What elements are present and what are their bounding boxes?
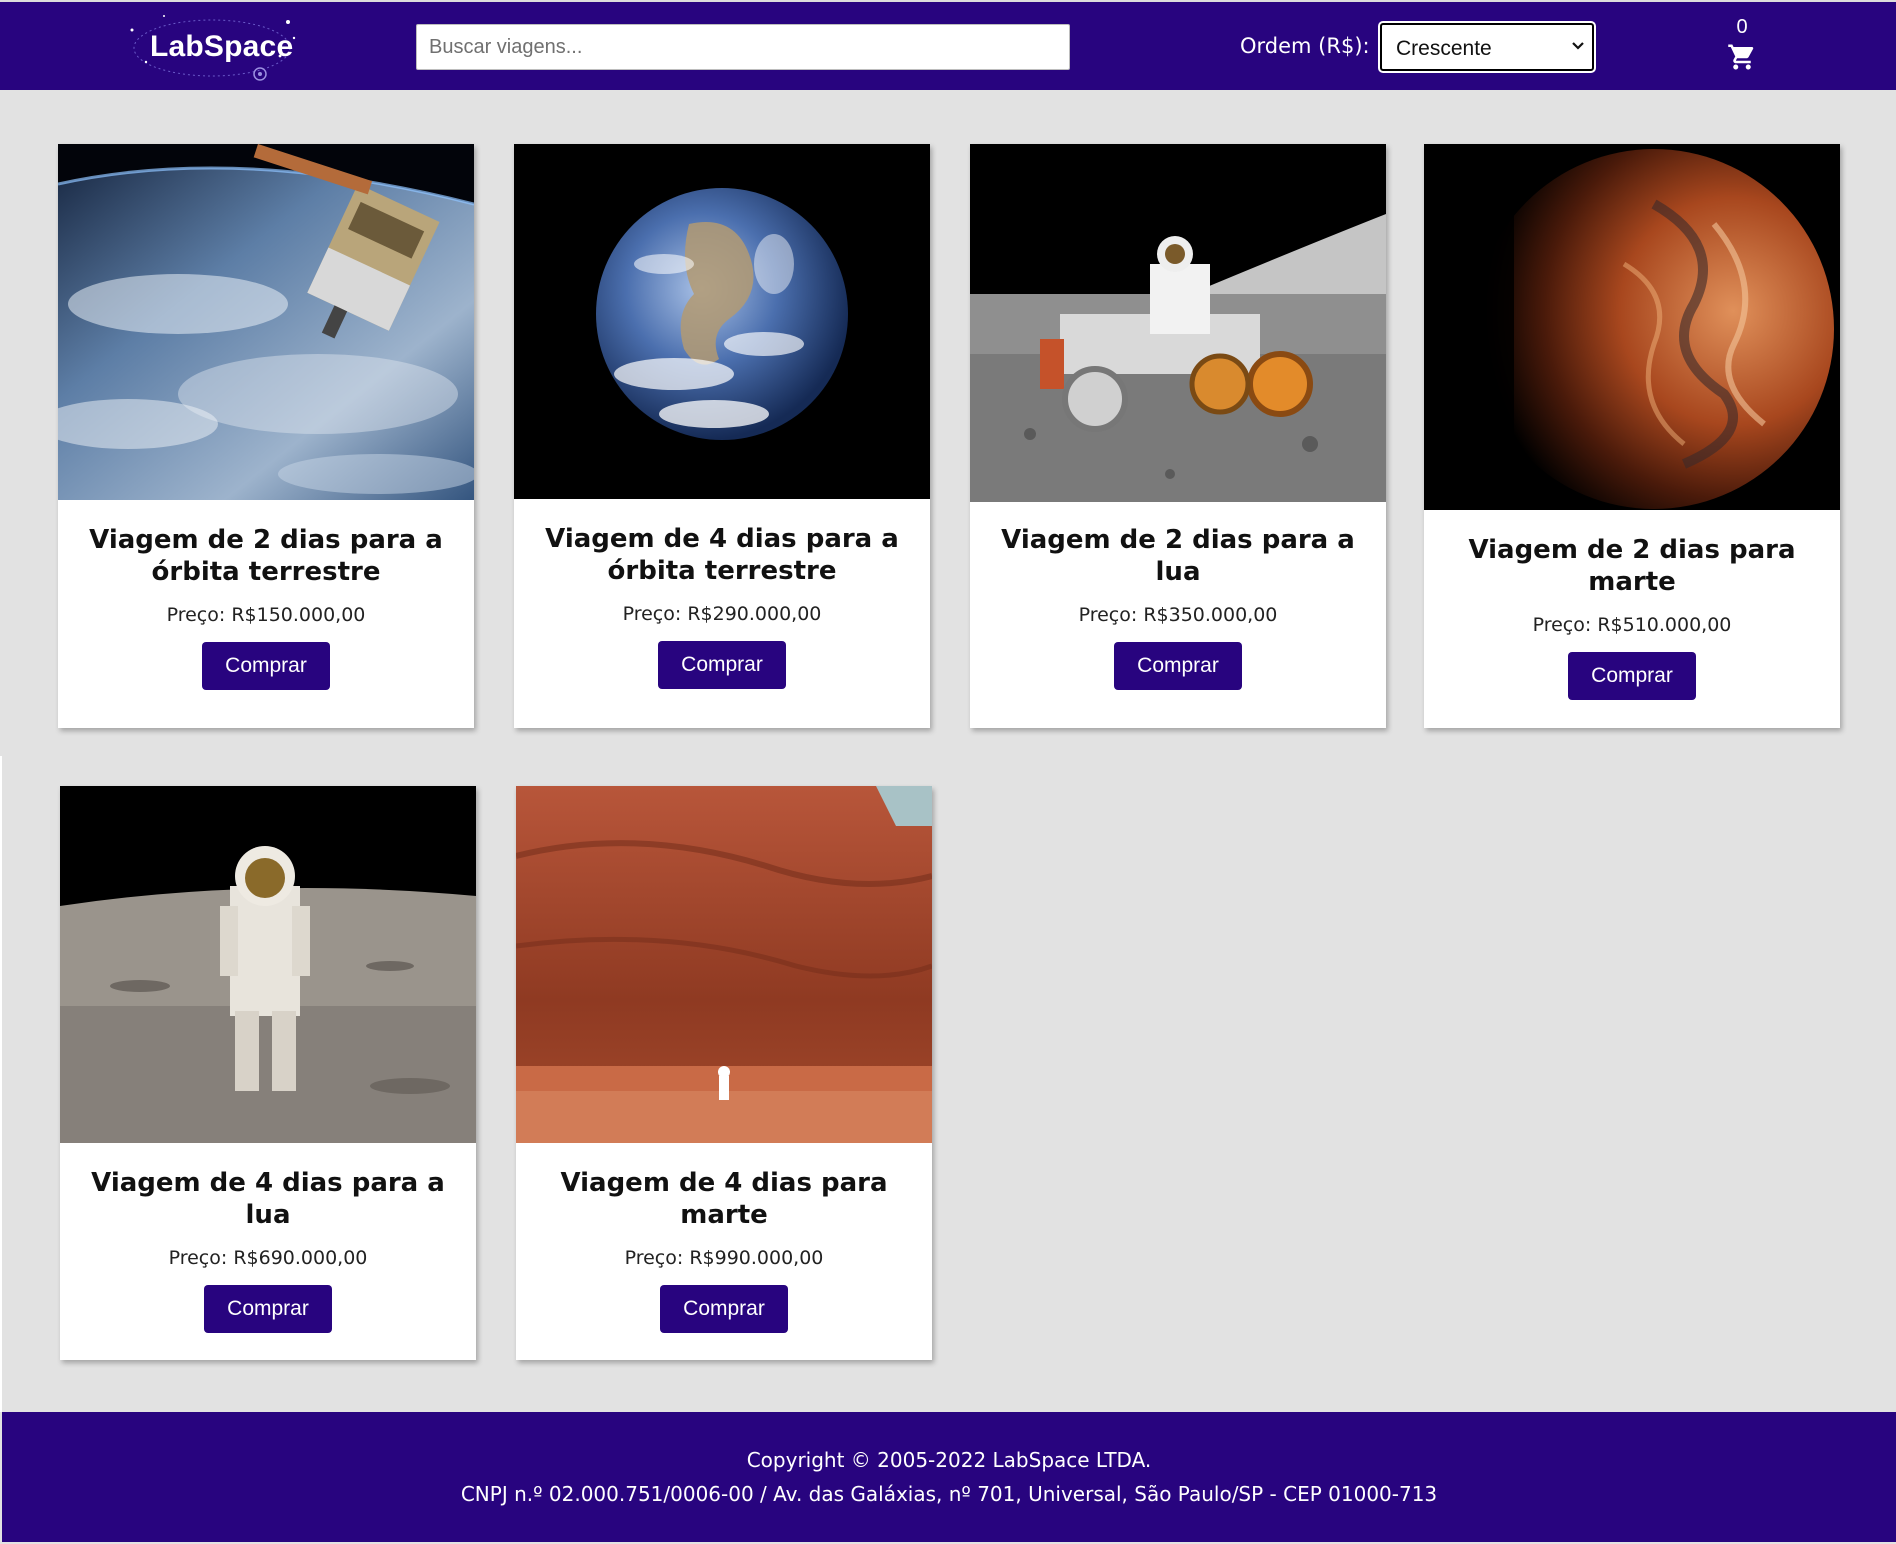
footer: Copyright © 2005-2022 LabSpace LTDA. CNP…: [2, 1412, 1896, 1542]
buy-button[interactable]: Comprar: [204, 1285, 332, 1333]
product-card: Viagem de 2 dias para marte Preço: R$510…: [1424, 144, 1840, 728]
order-select-value: Crescente: [1396, 37, 1492, 60]
astronaut-moon-image: [60, 786, 476, 1143]
lunar-rover-image: [970, 144, 1386, 502]
buy-button[interactable]: Comprar: [1568, 652, 1696, 700]
product-price: Preço: R$690.000,00: [168, 1247, 368, 1269]
footer-copyright: Copyright © 2005-2022 LabSpace LTDA.: [746, 1448, 1152, 1472]
page-edge: [0, 756, 2, 1412]
product-title: Viagem de 2 dias para marte: [1468, 535, 1796, 597]
shopping-cart-icon: [1728, 44, 1754, 70]
product-title: Viagem de 4 dias para marte: [560, 1168, 888, 1230]
product-price: Preço: R$350.000,00: [1078, 604, 1278, 626]
earth-globe-image: [514, 144, 930, 499]
product-price: Preço: R$990.000,00: [624, 1247, 824, 1269]
product-title: Viagem de 4 dias para a lua: [91, 1168, 445, 1230]
product-price: Preço: R$290.000,00: [622, 603, 822, 625]
product-card: Viagem de 4 dias para a órbita terrestre…: [514, 144, 930, 728]
product-price: Preço: R$510.000,00: [1532, 614, 1732, 636]
buy-button[interactable]: Comprar: [1114, 642, 1242, 690]
product-title: Viagem de 2 dias para a órbita terrestre: [89, 525, 443, 587]
product-price: Preço: R$150.000,00: [166, 604, 366, 626]
logo[interactable]: LabSpace: [124, 10, 304, 88]
search-input[interactable]: [416, 24, 1070, 70]
chevron-down-icon: [1572, 42, 1584, 50]
buy-button[interactable]: Comprar: [202, 642, 330, 690]
product-card: Viagem de 4 dias para a lua Preço: R$690…: [60, 786, 476, 1360]
cart-button[interactable]: 0: [1722, 14, 1762, 78]
product-card: Viagem de 4 dias para marte Preço: R$990…: [516, 786, 932, 1360]
order-label: Ordem (R$):: [1240, 34, 1370, 58]
product-title: Viagem de 2 dias para a lua: [1001, 525, 1355, 587]
logo-text: LabSpace: [150, 30, 294, 63]
buy-button[interactable]: Comprar: [660, 1285, 788, 1333]
product-title: Viagem de 4 dias para a órbita terrestre: [545, 524, 899, 586]
footer-address: CNPJ n.º 02.000.751/0006-00 / Av. das Ga…: [460, 1482, 1438, 1506]
earth-orbit-image: [58, 144, 474, 500]
order-select[interactable]: Crescente: [1380, 23, 1594, 71]
product-card: Viagem de 2 dias para a lua Preço: R$350…: [970, 144, 1386, 728]
header: LabSpace Ordem (R$): Crescente 0: [0, 0, 1896, 90]
product-card: Viagem de 2 dias para a órbita terrestre…: [58, 144, 474, 728]
buy-button[interactable]: Comprar: [658, 641, 786, 689]
mars-planet-image: [1424, 144, 1840, 510]
cart-count: 0: [1736, 16, 1748, 38]
red-cliff-image: [516, 786, 932, 1143]
